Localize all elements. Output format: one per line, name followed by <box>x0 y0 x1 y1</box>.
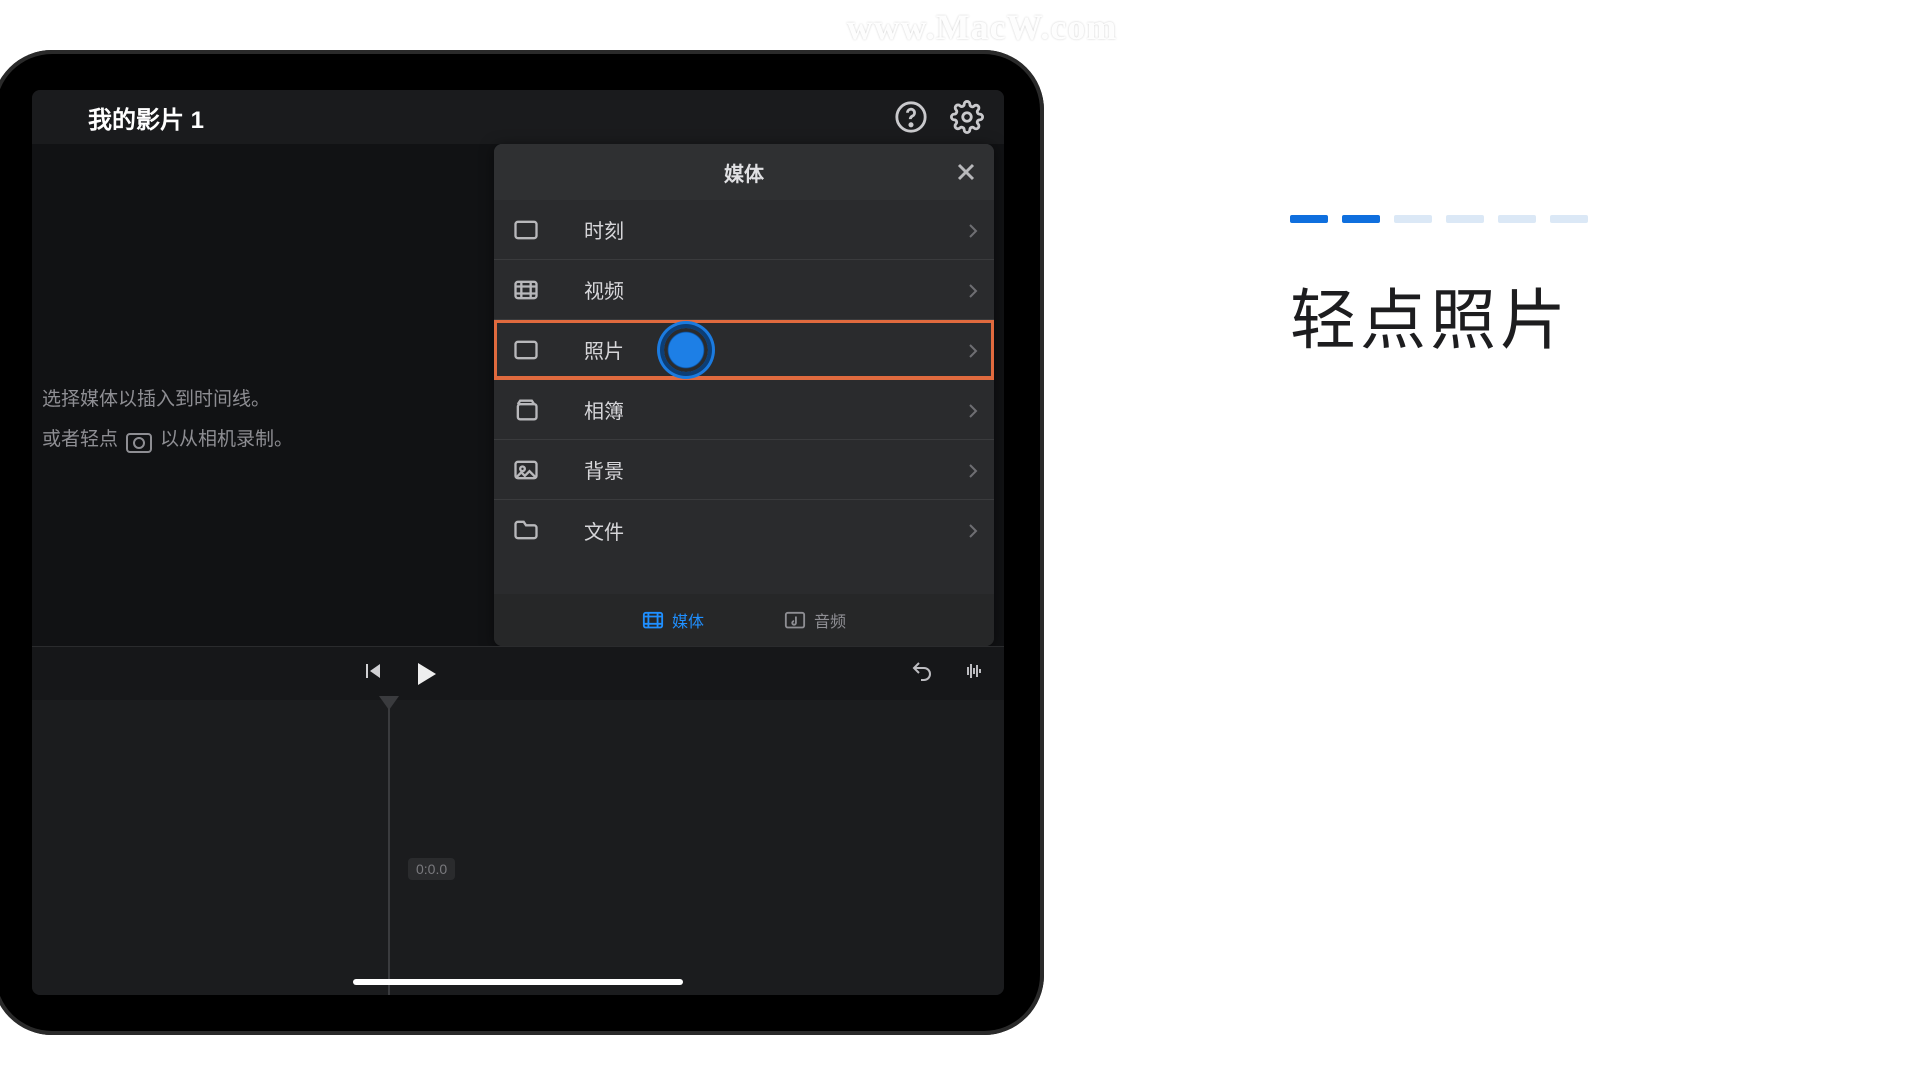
media-item-files[interactable]: 文件 <box>494 500 994 560</box>
media-item-backgrounds[interactable]: 背景 <box>494 440 994 500</box>
playback-right <box>910 659 986 688</box>
background-icon <box>512 458 540 482</box>
media-item-label: 照片 <box>584 335 624 364</box>
top-bar-right <box>894 100 984 134</box>
skip-back-button[interactable] <box>360 659 384 688</box>
app-screen: 我的影片 1 <box>32 90 1004 995</box>
media-item-albums[interactable]: 相簿 <box>494 380 994 440</box>
chevron-right-icon <box>968 522 978 538</box>
files-icon <box>512 518 540 542</box>
settings-button[interactable] <box>950 100 984 134</box>
instruction-pane: 轻点照片 <box>1290 215 1588 363</box>
progress-step-1 <box>1290 215 1328 223</box>
ipad-frame: 我的影片 1 <box>0 50 1044 1035</box>
media-panel-title: 媒体 <box>724 158 764 187</box>
music-note-icon <box>784 611 806 629</box>
media-item-photos[interactable]: 照片 <box>494 320 994 380</box>
playback-left <box>360 659 436 688</box>
panel-tabs: 媒体 音频 <box>494 594 994 646</box>
progress-step-3 <box>1394 215 1432 223</box>
watermark-logo-icon <box>803 16 837 44</box>
chevron-right-icon <box>968 402 978 418</box>
undo-button[interactable] <box>910 659 934 688</box>
playhead[interactable] <box>388 700 390 995</box>
album-icon <box>512 398 540 422</box>
moments-icon <box>512 218 540 242</box>
media-list: 时刻 视频 <box>494 200 994 594</box>
play-button[interactable] <box>418 663 436 685</box>
photo-icon <box>512 338 540 362</box>
progress-indicator <box>1290 215 1588 223</box>
hint-line-1: 选择媒体以插入到时间线。 <box>42 380 504 420</box>
chevron-right-icon <box>968 282 978 298</box>
video-icon <box>512 278 540 302</box>
media-item-label: 时刻 <box>584 215 624 244</box>
tap-indicator-icon <box>664 328 708 372</box>
progress-step-6 <box>1550 215 1588 223</box>
media-item-video[interactable]: 视频 <box>494 260 994 320</box>
progress-step-5 <box>1498 215 1536 223</box>
home-indicator <box>353 979 683 985</box>
instruction-text: 轻点照片 <box>1290 267 1588 363</box>
empty-state-hint: 选择媒体以插入到时间线。 或者轻点 以从相机录制。 <box>42 380 504 460</box>
tab-audio-label: 音频 <box>814 608 846 632</box>
tab-media-label: 媒体 <box>672 608 704 632</box>
progress-step-2 <box>1342 215 1380 223</box>
close-button[interactable] <box>952 158 980 186</box>
tab-audio[interactable]: 音频 <box>784 608 846 632</box>
media-panel: 媒体 时刻 <box>494 144 994 646</box>
media-item-label: 文件 <box>584 516 624 545</box>
hint-line-2-prefix: 或者轻点 <box>42 420 118 460</box>
watermark: www.MacW.com <box>803 6 1118 48</box>
project-title: 我的影片 1 <box>88 100 204 135</box>
media-item-moments[interactable]: 时刻 <box>494 200 994 260</box>
media-item-label: 相簿 <box>584 395 624 424</box>
media-item-label: 视频 <box>584 275 624 304</box>
hint-line-2: 或者轻点 以从相机录制。 <box>42 420 504 460</box>
filmstrip-icon <box>642 611 664 629</box>
media-panel-header: 媒体 <box>494 144 994 200</box>
chevron-right-icon <box>968 462 978 478</box>
camera-icon <box>126 433 152 453</box>
chevron-right-icon <box>968 222 978 238</box>
help-button[interactable] <box>894 100 928 134</box>
progress-step-4 <box>1446 215 1484 223</box>
media-item-label: 背景 <box>584 455 624 484</box>
top-bar: 我的影片 1 <box>32 90 1004 144</box>
tutorial-card: www.MacW.com 我的影片 1 <box>0 0 1920 1080</box>
playback-bar <box>32 646 1004 700</box>
timecode-chip: 0:0.0 <box>408 858 455 880</box>
timeline[interactable]: 0:0.0 <box>32 700 1004 995</box>
tab-media[interactable]: 媒体 <box>642 608 704 632</box>
chevron-right-icon <box>968 342 978 358</box>
watermark-text: www.MacW.com <box>847 6 1118 48</box>
audio-waveform-button[interactable] <box>962 659 986 688</box>
hint-line-2-suffix: 以从相机录制。 <box>160 420 293 460</box>
